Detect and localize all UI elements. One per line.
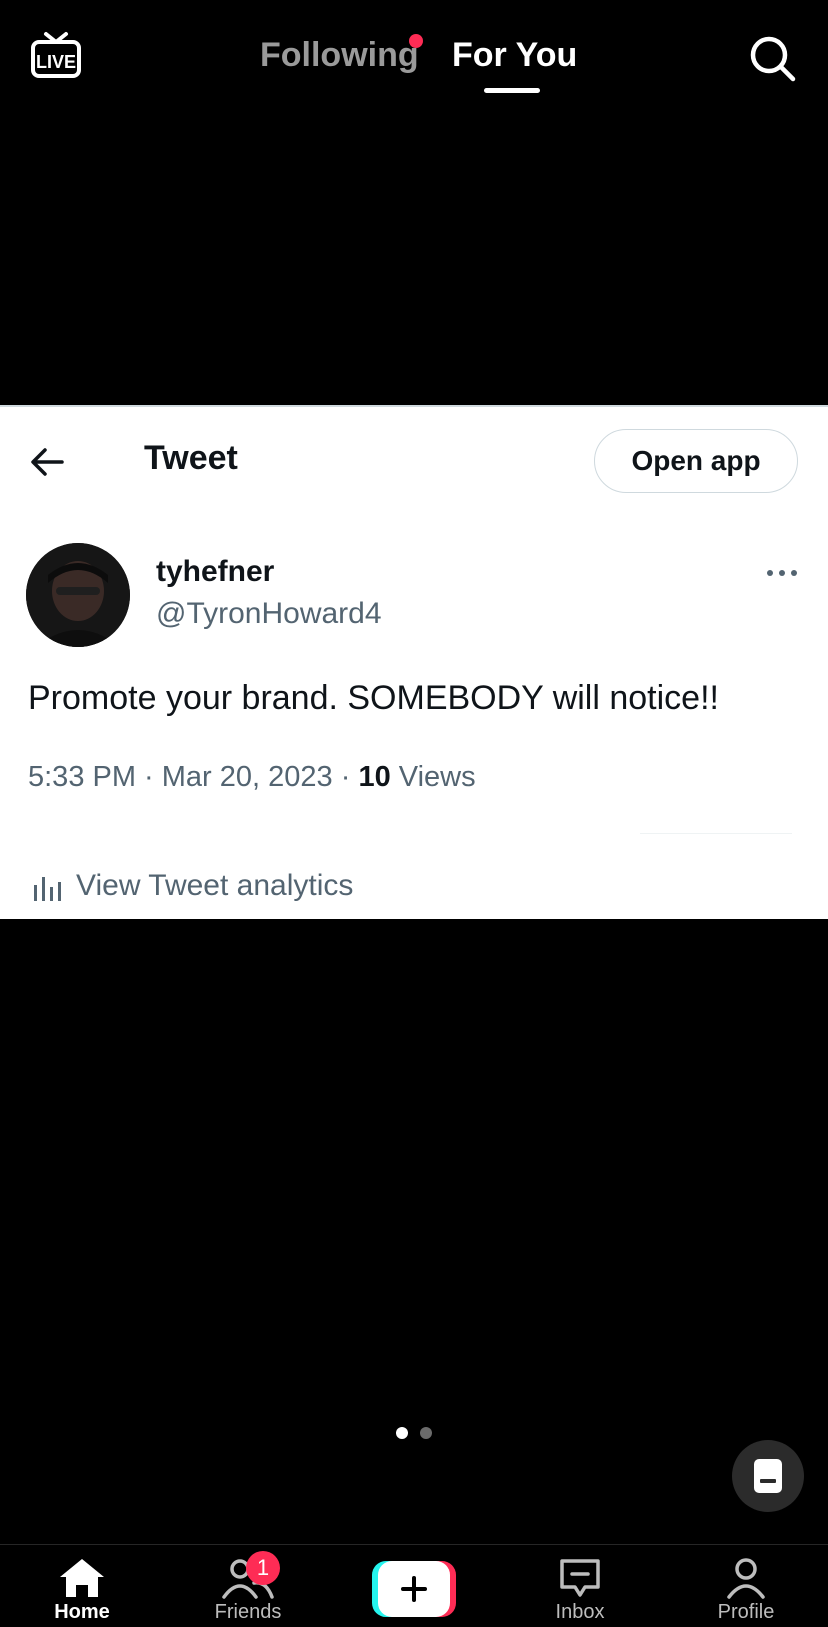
nav-inbox-label: Inbox: [555, 1601, 605, 1623]
page-dot-active: [396, 1427, 408, 1439]
tweet-timestamp: 5:33 PM · Mar 20, 2023 ·: [28, 761, 359, 793]
friends-badge: 1: [246, 1551, 280, 1585]
tab-following[interactable]: Following: [260, 36, 419, 75]
home-icon: [60, 1559, 104, 1597]
views-label: Views: [390, 761, 476, 793]
search-icon[interactable]: [748, 34, 796, 82]
inbox-icon: [560, 1559, 600, 1597]
tab-for-you[interactable]: For You: [452, 36, 577, 75]
nav-home[interactable]: Home: [22, 1545, 142, 1627]
captions-icon: [754, 1459, 782, 1493]
live-tv-icon[interactable]: LIVE: [30, 30, 82, 80]
view-tweet-analytics-link[interactable]: View Tweet analytics: [76, 869, 353, 903]
following-notification-dot: [409, 34, 423, 48]
nav-friends-label: Friends: [214, 1601, 282, 1623]
display-name[interactable]: tyhefner: [156, 555, 274, 589]
nav-friends[interactable]: Friends: [188, 1545, 308, 1627]
create-plus-icon[interactable]: [372, 1561, 456, 1617]
open-app-button[interactable]: Open app: [594, 429, 798, 493]
page-dot: [420, 1427, 432, 1439]
analytics-bar-icon: [34, 877, 61, 901]
nav-home-label: Home: [54, 1601, 110, 1623]
divider: [640, 833, 792, 834]
tweet-header-title: Tweet: [144, 439, 238, 477]
svg-text:LIVE: LIVE: [36, 52, 76, 72]
tweet-screenshot-card: Tweet Open app tyhefner @TyronHoward4 Pr…: [0, 405, 828, 919]
top-bar: LIVE Following For You: [0, 0, 828, 110]
more-options-icon[interactable]: [764, 567, 800, 579]
back-arrow-icon[interactable]: [28, 443, 66, 481]
nav-inbox[interactable]: Inbox: [520, 1545, 640, 1627]
avatar-image: [26, 543, 130, 647]
avatar[interactable]: [26, 543, 130, 647]
tweet-meta: 5:33 PM · Mar 20, 2023 · 10 Views: [28, 761, 476, 794]
nav-profile-label: Profile: [717, 1601, 775, 1623]
nav-profile[interactable]: Profile: [686, 1545, 806, 1627]
tweet-text: Promote your brand. SOMEBODY will notice…: [28, 679, 719, 717]
captions-button[interactable]: [732, 1440, 804, 1512]
user-handle[interactable]: @TyronHoward4: [156, 597, 382, 631]
active-tab-indicator: [484, 88, 540, 93]
bottom-nav: Home Friends 1 Inbox Profile: [0, 1544, 828, 1627]
profile-icon: [727, 1558, 765, 1599]
page-indicator: [396, 1427, 432, 1439]
views-count: 10: [358, 761, 391, 793]
